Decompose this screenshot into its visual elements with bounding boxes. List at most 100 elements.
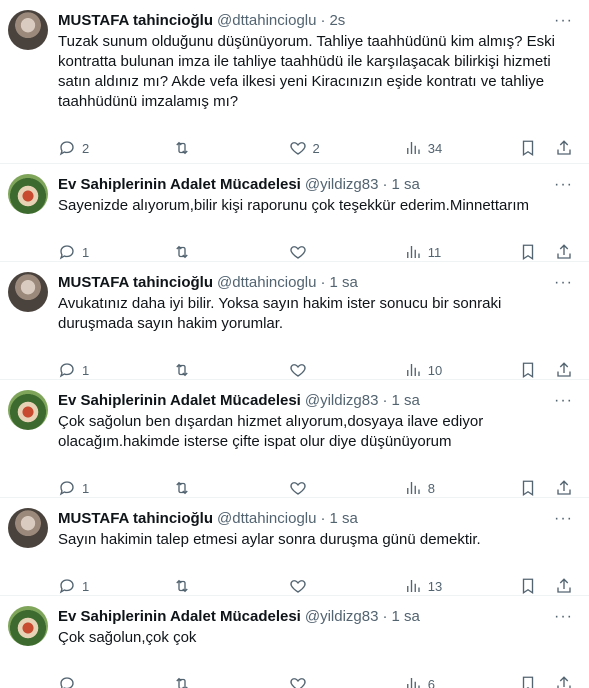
avatar[interactable] [8, 508, 48, 548]
more-horizontal-icon[interactable]: ··· [554, 12, 573, 30]
like-button[interactable] [289, 479, 404, 497]
author-name[interactable]: MUSTAFA tahincioğlu [58, 274, 213, 291]
tweet-time[interactable]: 1 sa [391, 608, 419, 625]
tweet[interactable]: ··· Ev Sahiplerinin Adalet Mücadelesi @y… [0, 164, 589, 262]
separator-dot: · [320, 273, 326, 291]
like-button[interactable] [289, 675, 404, 688]
heart-icon [289, 580, 306, 593]
reply-button[interactable]: 1 [58, 577, 173, 595]
author-name[interactable]: Ev Sahiplerinin Adalet Mücadelesi [58, 608, 301, 625]
reply-button[interactable]: 1 [58, 479, 173, 497]
tweet-text: Çok sağolun,çok çok [58, 629, 197, 646]
tweet-time[interactable]: 1 sa [329, 274, 357, 291]
share-icon[interactable] [555, 243, 573, 261]
author-name[interactable]: MUSTAFA tahincioğlu [58, 510, 213, 527]
tweet-actions: 6 [58, 662, 573, 688]
bookmark-icon[interactable] [519, 243, 537, 261]
retweet-icon [176, 677, 188, 688]
reply-button[interactable]: 1 [58, 243, 173, 261]
heart-icon [289, 482, 306, 495]
views-button[interactable]: 10 [404, 361, 519, 379]
bookmark-icon[interactable] [519, 577, 537, 595]
separator-dot: · [320, 509, 326, 527]
retweet-button[interactable] [173, 139, 288, 157]
share-icon[interactable] [555, 675, 573, 688]
like-button[interactable] [289, 243, 404, 261]
views-button[interactable]: 11 [404, 243, 519, 261]
author-handle[interactable]: @dttahincioglu [217, 12, 316, 29]
retweet-button[interactable] [173, 243, 288, 261]
author-handle[interactable]: @dttahincioglu [217, 274, 316, 291]
tweet-header: Ev Sahiplerinin Adalet Mücadelesi @yildi… [58, 390, 573, 410]
tweet-text: Çok sağolun ben dışardan hizmet alıyorum… [58, 413, 484, 450]
avatar[interactable] [8, 390, 48, 430]
share-icon[interactable] [555, 577, 573, 595]
more-horizontal-icon[interactable]: ··· [554, 392, 573, 410]
avatar[interactable] [8, 10, 48, 50]
tweet-time[interactable]: 1 sa [329, 510, 357, 527]
share-icon[interactable] [555, 361, 573, 379]
author-name[interactable]: MUSTAFA tahincioğlu [58, 12, 213, 29]
heart-icon [289, 142, 306, 155]
views-icon [406, 482, 420, 494]
reply-button[interactable]: 2 [58, 139, 173, 157]
like-button[interactable]: 2 [289, 139, 404, 157]
tweet-header: MUSTAFA tahincioğlu @dttahincioglu · 2s [58, 10, 573, 30]
tweet[interactable]: ··· Ev Sahiplerinin Adalet Mücadelesi @y… [0, 596, 589, 688]
retweet-icon [176, 245, 188, 259]
tweet[interactable]: ··· MUSTAFA tahincioğlu @dttahincioglu ·… [0, 262, 589, 380]
retweet-button[interactable] [173, 479, 288, 497]
author-handle[interactable]: @yildizg83 [305, 176, 379, 193]
views-button[interactable]: 8 [404, 479, 519, 497]
views-count: 11 [427, 244, 442, 260]
more-horizontal-icon[interactable]: ··· [554, 608, 573, 626]
tweet[interactable]: ··· MUSTAFA tahincioğlu @dttahincioglu ·… [0, 498, 589, 596]
reply-icon [59, 481, 74, 496]
bookmark-icon[interactable] [519, 479, 537, 497]
more-horizontal-icon[interactable]: ··· [554, 510, 573, 528]
tweet[interactable]: ··· Ev Sahiplerinin Adalet Mücadelesi @y… [0, 380, 589, 498]
share-icon[interactable] [555, 139, 573, 157]
tweet-time[interactable]: 2s [329, 12, 345, 29]
reply-icon [59, 245, 74, 260]
reply-count: 1 [82, 244, 90, 260]
like-button[interactable] [289, 361, 404, 379]
views-button[interactable]: 13 [404, 577, 519, 595]
author-handle[interactable]: @dttahincioglu [217, 510, 316, 527]
author-name[interactable]: Ev Sahiplerinin Adalet Mücadelesi [58, 176, 301, 193]
retweet-button[interactable] [173, 675, 288, 688]
author-handle[interactable]: @yildizg83 [305, 608, 379, 625]
tweet-time[interactable]: 1 sa [391, 392, 419, 409]
tweet[interactable]: ··· MUSTAFA tahincioğlu @dttahincioglu ·… [0, 0, 589, 164]
retweet-button[interactable] [173, 577, 288, 595]
avatar[interactable] [8, 174, 48, 214]
reply-button[interactable] [58, 675, 173, 688]
views-count: 10 [427, 362, 443, 378]
author-handle[interactable]: @yildizg83 [305, 392, 379, 409]
avatar[interactable] [8, 606, 48, 646]
tweet-time[interactable]: 1 sa [391, 176, 419, 193]
author-name[interactable]: Ev Sahiplerinin Adalet Mücadelesi [58, 392, 301, 409]
bookmark-icon[interactable] [519, 675, 537, 688]
more-horizontal-icon[interactable]: ··· [554, 274, 573, 292]
views-button[interactable]: 6 [404, 675, 519, 688]
avatar[interactable] [8, 272, 48, 312]
separator-dot: · [382, 391, 388, 409]
reply-count: 1 [82, 578, 90, 594]
reply-icon [59, 141, 74, 156]
views-icon [406, 678, 420, 688]
more-horizontal-icon[interactable]: ··· [554, 176, 573, 194]
reply-count: 1 [82, 480, 90, 496]
share-icon[interactable] [555, 479, 573, 497]
like-count: 2 [312, 140, 320, 156]
bookmark-icon[interactable] [519, 139, 537, 157]
like-button[interactable] [289, 577, 404, 595]
bookmark-icon[interactable] [519, 361, 537, 379]
retweet-icon [176, 141, 188, 155]
separator-dot: · [382, 175, 388, 193]
tweet-text: Sayın hakimin talep etmesi aylar sonra d… [58, 531, 481, 548]
views-button[interactable]: 34 [404, 139, 519, 157]
retweet-button[interactable] [173, 361, 288, 379]
reply-button[interactable]: 1 [58, 361, 173, 379]
retweet-icon [176, 481, 188, 495]
